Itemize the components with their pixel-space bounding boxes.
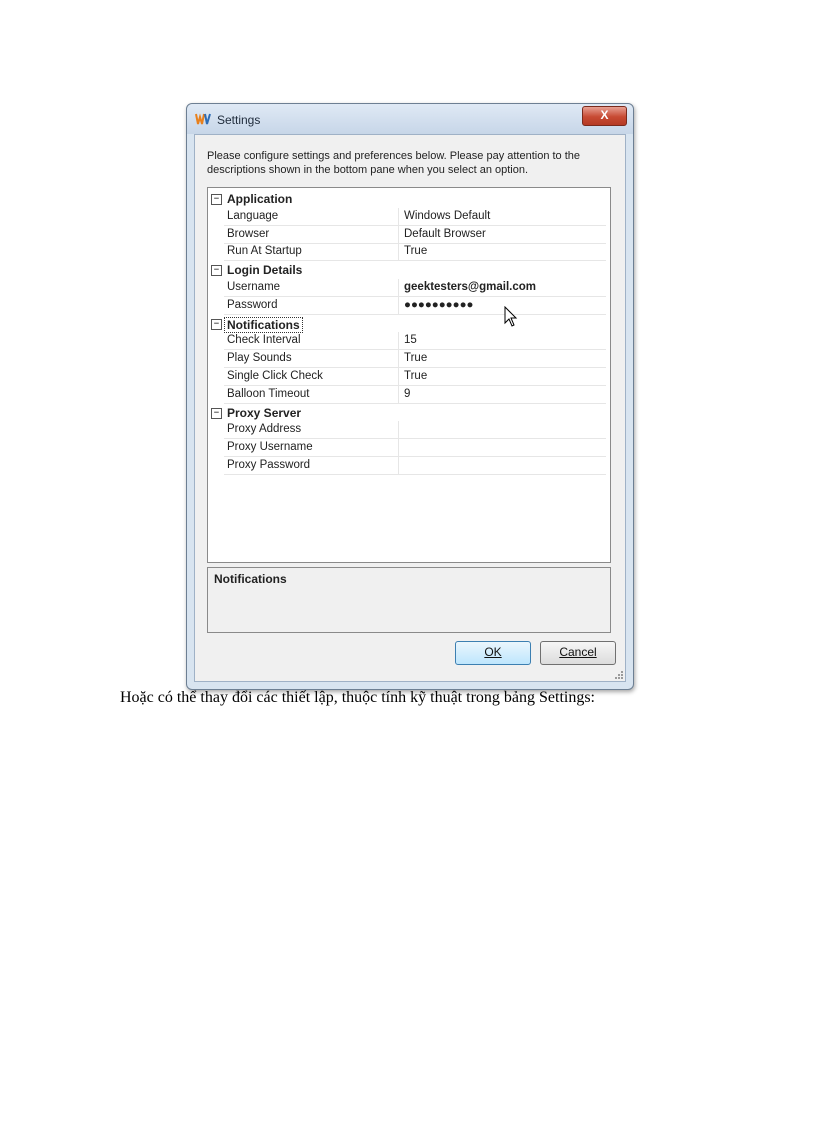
collapse-icon[interactable]: − — [211, 318, 222, 330]
property-name: Language — [227, 209, 279, 222]
property-row[interactable]: Proxy Address — [208, 421, 610, 440]
category-row[interactable]: − Application — [208, 190, 610, 208]
column-divider — [398, 207, 399, 226]
property-grid[interactable]: − Application Language Windows Default Brows… — [207, 187, 611, 563]
property-row[interactable]: Language Windows Default — [208, 207, 610, 226]
property-value[interactable]: Default Browser — [404, 228, 486, 240]
property-name: Proxy Address — [227, 423, 302, 436]
description-title: Notifications — [214, 572, 287, 586]
column-divider — [398, 225, 399, 244]
column-divider — [398, 350, 399, 369]
collapse-icon[interactable]: − — [211, 407, 222, 419]
property-name: Password — [227, 298, 278, 311]
property-row[interactable]: Balloon Timeout 9 — [208, 385, 610, 404]
category-row[interactable]: − Notifications — [208, 315, 610, 333]
property-value[interactable]: geektesters@gmail.com — [404, 281, 536, 293]
property-row[interactable]: Play Sounds True — [208, 350, 610, 369]
category-row[interactable]: − Proxy Server — [208, 404, 610, 422]
property-row[interactable]: Run At Startup True — [208, 243, 610, 262]
category-name: Application — [227, 192, 293, 206]
title-bar[interactable]: Settings X — [187, 104, 633, 134]
column-divider — [398, 385, 399, 404]
column-divider — [398, 279, 399, 297]
property-row[interactable]: Username geektesters@gmail.com — [208, 279, 610, 297]
property-name: Proxy Username — [227, 441, 313, 454]
close-button[interactable]: X — [582, 106, 627, 126]
collapse-icon[interactable]: − — [211, 194, 222, 205]
category-name: Login Details — [227, 263, 303, 278]
row-divider — [224, 474, 606, 475]
property-row[interactable]: Single Click Check True — [208, 368, 610, 386]
column-divider — [398, 439, 399, 458]
column-divider — [398, 421, 399, 440]
property-value[interactable]: True — [404, 370, 427, 382]
property-row[interactable]: Browser Default Browser — [208, 225, 610, 244]
property-name: Browser — [227, 227, 270, 240]
property-value[interactable]: ●●●●●●●●●● — [404, 299, 473, 311]
property-row[interactable]: Proxy Password — [208, 457, 610, 475]
cancel-button-label: Cancel — [559, 645, 597, 659]
settings-window: Settings X Please configure settings and… — [186, 103, 634, 690]
column-divider — [398, 332, 399, 351]
property-name: Check Interval — [227, 334, 301, 347]
property-name: Username — [227, 281, 281, 293]
property-value[interactable]: True — [404, 245, 427, 257]
property-name: Run At Startup — [227, 245, 302, 258]
property-value[interactable]: 9 — [404, 388, 410, 400]
property-value[interactable]: 15 — [404, 334, 417, 346]
column-divider — [398, 296, 399, 315]
property-name: Balloon Timeout — [227, 387, 310, 400]
property-value[interactable]: Windows Default — [404, 210, 490, 222]
resize-grip-icon[interactable] — [613, 669, 623, 679]
intro-text: Please configure settings and preference… — [207, 150, 581, 176]
cancel-button[interactable]: Cancel — [540, 641, 616, 665]
category-name: Notifications — [224, 316, 303, 333]
property-value[interactable]: True — [404, 352, 427, 364]
app-logo-icon — [195, 113, 211, 125]
ok-button[interactable]: OK — [455, 641, 531, 665]
window-title: Settings — [217, 113, 261, 127]
mouse-cursor-icon — [504, 306, 518, 327]
document-caption: Hoặc có thể thay đổi các thiết lập, thuộ… — [120, 689, 595, 706]
property-row[interactable]: Proxy Username — [208, 439, 610, 458]
category-row[interactable]: − Login Details — [208, 261, 610, 279]
column-divider — [398, 243, 399, 262]
category-name: Proxy Server — [227, 405, 302, 420]
ok-button-label: OK — [484, 645, 502, 659]
property-name: Single Click Check — [227, 370, 323, 382]
property-name: Proxy Password — [227, 459, 311, 471]
column-divider — [398, 457, 399, 475]
property-row[interactable]: Check Interval 15 — [208, 332, 610, 351]
collapse-icon[interactable]: − — [211, 265, 222, 277]
description-pane: Notifications — [207, 567, 611, 633]
dialog-client-area: Please configure settings and preference… — [194, 134, 626, 682]
column-divider — [398, 368, 399, 386]
property-row[interactable]: Password ●●●●●●●●●● — [208, 296, 610, 315]
property-name: Play Sounds — [227, 352, 292, 365]
